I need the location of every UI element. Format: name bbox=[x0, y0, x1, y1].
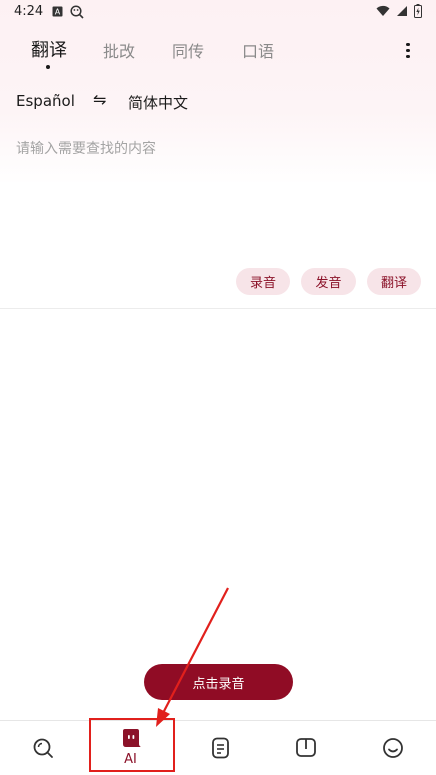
top-tabs: 翻译 批改 同传 口语 bbox=[0, 34, 436, 74]
tab-speaking[interactable]: 口语 bbox=[242, 38, 274, 62]
nav-profile[interactable] bbox=[348, 722, 435, 774]
nav-search[interactable] bbox=[0, 722, 87, 774]
nav-ai[interactable]: AI bbox=[87, 722, 174, 774]
wifi-icon bbox=[376, 5, 390, 16]
active-tab-indicator bbox=[46, 65, 50, 69]
record-chip-button[interactable]: 录音 bbox=[236, 268, 290, 295]
tab-simultaneous[interactable]: 同传 bbox=[172, 38, 204, 62]
svg-text:A: A bbox=[55, 8, 61, 17]
document-icon bbox=[212, 737, 229, 759]
translate-chip-button[interactable]: 翻译 bbox=[367, 268, 421, 295]
source-language[interactable]: Español bbox=[16, 92, 75, 110]
status-time: 4:24 bbox=[14, 4, 44, 19]
target-language[interactable]: 简体中文 bbox=[128, 92, 188, 113]
swap-languages-icon[interactable]: ⇋ bbox=[93, 90, 106, 109]
status-bar: 4:24 A bbox=[0, 0, 436, 26]
ai-bot-icon bbox=[123, 729, 141, 747]
more-menu-icon[interactable] bbox=[400, 40, 416, 62]
nav-ai-label: AI bbox=[124, 752, 137, 767]
tab-translate[interactable]: 翻译 bbox=[31, 36, 67, 62]
input-divider bbox=[0, 308, 436, 309]
language-selector: Español ⇋ 简体中文 bbox=[0, 88, 436, 116]
nav-book[interactable] bbox=[261, 722, 348, 774]
nav-document[interactable] bbox=[174, 722, 261, 774]
search-emoji-icon bbox=[70, 5, 84, 19]
text-a-icon: A bbox=[52, 6, 63, 17]
battery-charging-icon bbox=[414, 4, 422, 18]
search-icon bbox=[33, 738, 53, 758]
search-input[interactable]: 请输入需要查找的内容 bbox=[16, 138, 156, 158]
signal-icon bbox=[397, 6, 407, 16]
tab-correct[interactable]: 批改 bbox=[103, 38, 135, 62]
book-icon bbox=[296, 738, 316, 757]
pronounce-chip-button[interactable]: 发音 bbox=[301, 268, 356, 295]
bottom-nav-divider bbox=[0, 720, 436, 721]
tap-to-record-button[interactable]: 点击录音 bbox=[144, 664, 293, 700]
smiley-icon bbox=[383, 738, 403, 758]
